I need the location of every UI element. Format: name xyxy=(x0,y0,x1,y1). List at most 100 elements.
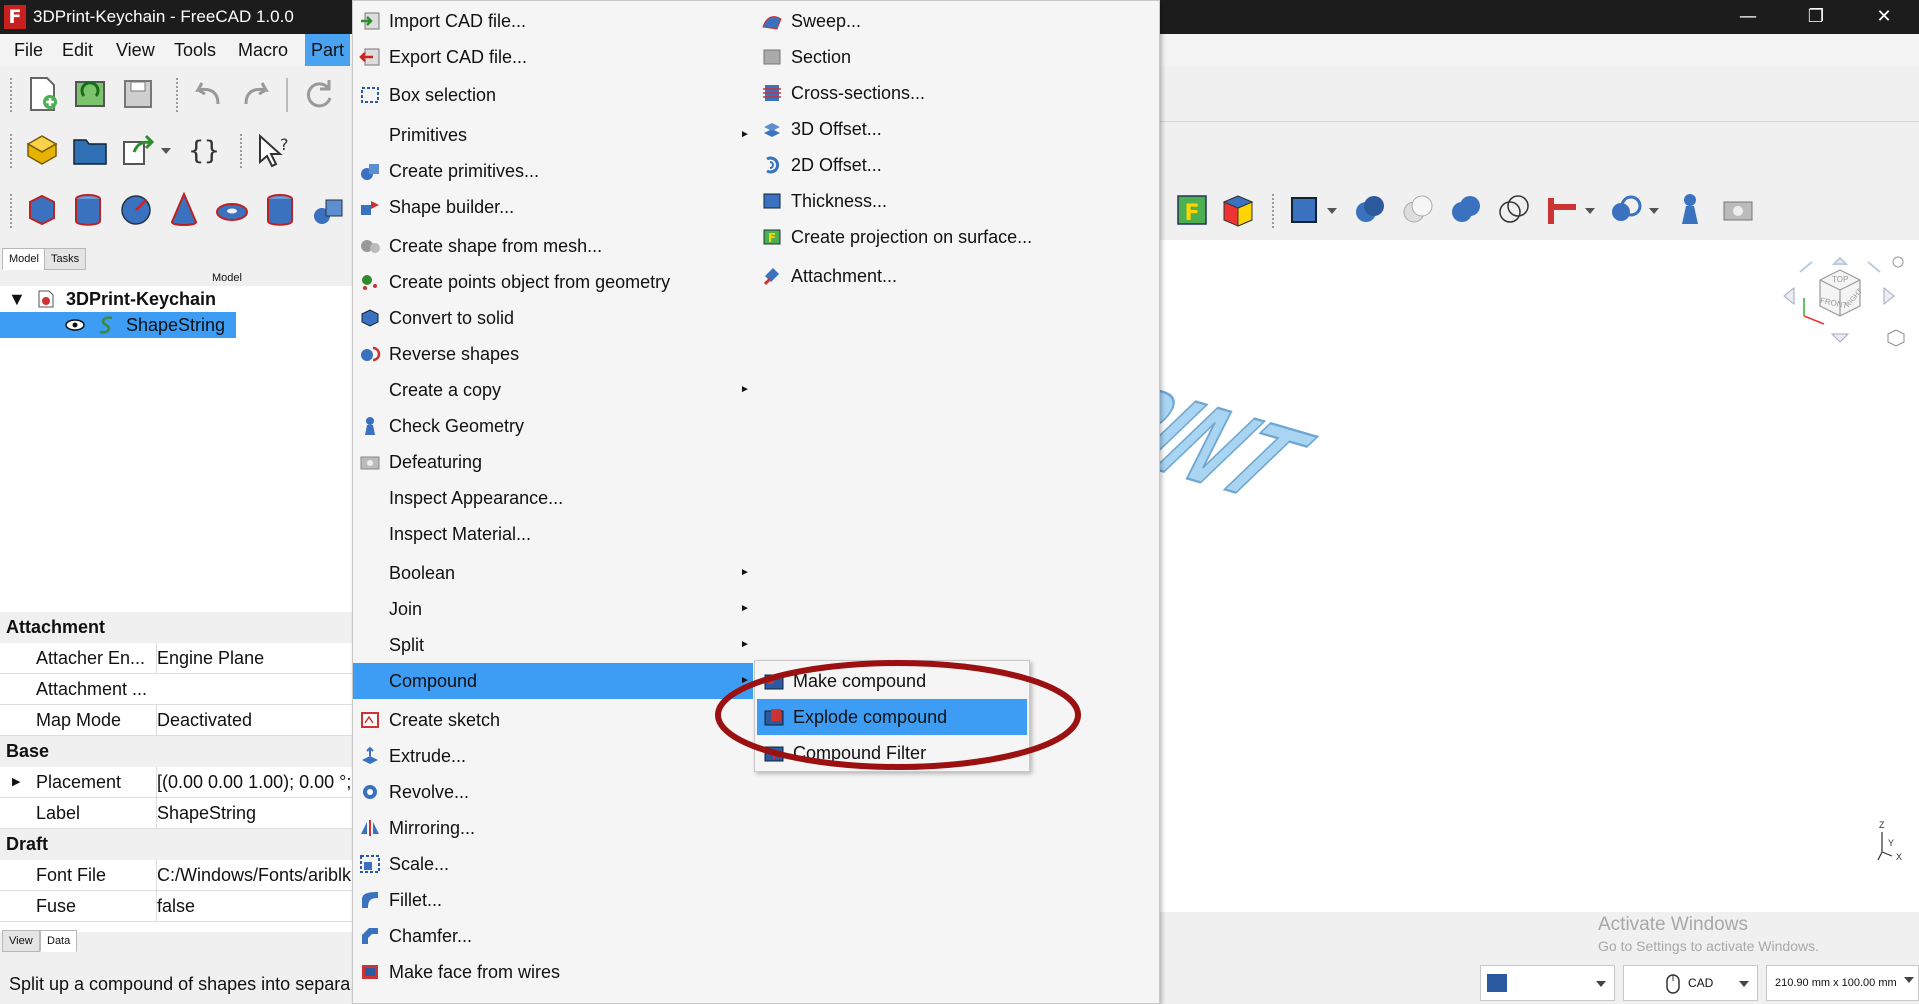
tab-view[interactable]: View xyxy=(2,930,40,952)
menu-item-import-cad[interactable]: Import CAD file... xyxy=(353,3,753,39)
defeaturing-icon[interactable] xyxy=(1718,190,1758,230)
menu-item-compound[interactable]: Compound ► xyxy=(353,663,753,699)
menu-item-shape-from-mesh[interactable]: Create shape from mesh... xyxy=(353,228,753,264)
prop-row-label[interactable]: Label ShapeString xyxy=(0,798,352,829)
menu-item-make-compound[interactable]: Make compound xyxy=(757,663,1027,699)
menu-item-fillet[interactable]: Fillet... xyxy=(353,882,753,918)
menu-item-revolve[interactable]: Revolve... xyxy=(353,774,753,810)
prop-value[interactable]: ShapeString xyxy=(156,798,352,829)
chevron-down-icon[interactable] xyxy=(1326,206,1338,216)
menu-item-points-object[interactable]: Create points object from geometry xyxy=(353,264,753,300)
menu-item-shape-builder[interactable]: Shape builder... xyxy=(353,189,753,225)
chevron-down-icon[interactable] xyxy=(160,146,172,156)
tube-icon[interactable] xyxy=(260,190,300,230)
prop-value[interactable]: [(0.00 0.00 1.00); 0.00 °; ( xyxy=(156,767,352,798)
common-icon[interactable] xyxy=(1494,190,1534,230)
menu-item-face-from-wires[interactable]: Make face from wires xyxy=(353,954,753,990)
menu-item-box-selection[interactable]: Box selection xyxy=(353,77,753,113)
menu-item-create-copy[interactable]: Create a copy ► xyxy=(353,372,753,408)
toolbar-grip[interactable] xyxy=(176,78,178,112)
prop-row-font-file[interactable]: Font File C:/Windows/Fonts/ariblk xyxy=(0,860,352,891)
menu-item-check-geometry[interactable]: Check Geometry xyxy=(353,408,753,444)
maximize-button[interactable]: ❐ xyxy=(1782,0,1850,34)
menu-item-join[interactable]: Join ► xyxy=(353,591,753,627)
toolbar-grip[interactable] xyxy=(10,78,12,112)
split-features-icon[interactable] xyxy=(1606,190,1646,230)
menu-file[interactable]: File xyxy=(8,34,49,66)
menu-item-extrude[interactable]: Extrude... xyxy=(353,738,753,774)
menu-item-primitives[interactable]: Primitives ► xyxy=(353,117,753,153)
check-geometry-icon[interactable] xyxy=(1670,190,1710,230)
new-document-icon[interactable] xyxy=(22,74,62,114)
menu-view[interactable]: View xyxy=(110,34,161,66)
toolbar-grip[interactable] xyxy=(10,194,12,228)
menu-item-create-primitives[interactable]: Create primitives... xyxy=(353,153,753,189)
prop-value[interactable]: false xyxy=(156,891,352,922)
tree-document-label[interactable]: 3DPrint-Keychain xyxy=(66,286,216,312)
menu-edit[interactable]: Edit xyxy=(56,34,99,66)
fuse-icon[interactable] xyxy=(1446,190,1486,230)
toolbar-grip[interactable] xyxy=(10,134,12,168)
cone-icon[interactable] xyxy=(164,190,204,230)
prop-row-attachment-support[interactable]: Attachment ... xyxy=(0,674,352,705)
menu-item-3d-offset[interactable]: 3D Offset... xyxy=(755,111,1159,147)
menu-item-reverse-shapes[interactable]: Reverse shapes xyxy=(353,336,753,372)
tab-tasks[interactable]: Tasks xyxy=(44,248,87,270)
menu-item-scale[interactable]: Scale... xyxy=(353,846,753,882)
chevron-down-icon[interactable] xyxy=(1648,206,1660,216)
menu-tools[interactable]: Tools xyxy=(168,34,222,66)
primitives-icon[interactable] xyxy=(308,190,348,230)
tree-item-shapestring[interactable]: ShapeString xyxy=(0,312,236,338)
menu-item-create-sketch[interactable]: Create sketch xyxy=(353,702,753,738)
boolean-icon[interactable] xyxy=(1350,190,1390,230)
view-box-icon[interactable] xyxy=(1284,190,1324,230)
prop-row-placement[interactable]: ▶ Placement [(0.00 0.00 1.00); 0.00 °; ( xyxy=(0,767,352,798)
menu-part[interactable]: Part xyxy=(305,34,351,66)
tab-data[interactable]: Data xyxy=(40,930,78,952)
menu-item-cross-sections[interactable]: Cross-sections... xyxy=(755,75,1159,111)
cut-icon[interactable] xyxy=(1398,190,1438,230)
3d-viewport[interactable]: 3DPRINT TOP FRONT RIGHT Z Y X xyxy=(1160,240,1919,912)
menu-item-2d-offset[interactable]: 2D Offset... xyxy=(755,147,1159,183)
link-icon[interactable] xyxy=(118,130,158,170)
refresh-icon[interactable] xyxy=(298,74,338,114)
menu-item-thickness[interactable]: Thickness... xyxy=(755,183,1159,219)
prop-row-map-mode[interactable]: Map Mode Deactivated xyxy=(0,705,352,736)
cylinder-icon[interactable] xyxy=(68,190,108,230)
visibility-eye-icon[interactable] xyxy=(64,318,86,332)
menu-item-export-cad[interactable]: Export CAD file... xyxy=(353,39,753,75)
expand-arrow-icon[interactable]: ▶ xyxy=(12,767,20,798)
dimension-display[interactable]: 210.90 mm x 100.00 mm xyxy=(1766,965,1919,1001)
menu-item-section[interactable]: Section xyxy=(755,39,1159,75)
prop-row-attacher-engine[interactable]: Attacher En... Engine Plane xyxy=(0,643,352,674)
undo-icon[interactable] xyxy=(188,74,228,114)
torus-icon[interactable] xyxy=(212,190,252,230)
menu-item-projection-surface[interactable]: F Create projection on surface... xyxy=(755,219,1159,255)
group-folder-icon[interactable] xyxy=(70,130,110,170)
menu-item-explode-compound[interactable]: Explode compound xyxy=(757,699,1027,735)
menu-item-split[interactable]: Split ► xyxy=(353,627,753,663)
sphere-icon[interactable] xyxy=(116,190,156,230)
menu-item-convert-to-solid[interactable]: Convert to solid xyxy=(353,300,753,336)
open-document-icon[interactable] xyxy=(70,74,110,114)
close-button[interactable]: ✕ xyxy=(1850,0,1918,34)
menu-item-boolean[interactable]: Boolean ► xyxy=(353,555,753,591)
menu-item-inspect-material[interactable]: Inspect Material... xyxy=(353,516,753,552)
tab-model[interactable]: Model xyxy=(2,248,46,270)
redo-icon[interactable] xyxy=(236,74,276,114)
menu-item-mirroring[interactable]: Mirroring... xyxy=(353,810,753,846)
navigation-style-selector[interactable]: CAD xyxy=(1623,965,1758,1001)
chevron-down-icon[interactable] xyxy=(1584,206,1596,216)
part-container-icon[interactable] xyxy=(22,130,62,170)
prop-value[interactable]: Deactivated xyxy=(156,705,352,736)
menu-item-attachment[interactable]: Attachment... xyxy=(755,258,1159,294)
menu-item-defeaturing[interactable]: Defeaturing xyxy=(353,444,753,480)
toolbar-grip[interactable] xyxy=(1272,194,1274,228)
toolbar-grip[interactable] xyxy=(240,134,242,168)
tree-expand-arrow[interactable]: ▼ xyxy=(8,286,26,312)
color-cube-icon[interactable] xyxy=(1218,190,1258,230)
menu-item-compound-filter[interactable]: Compound Filter xyxy=(757,735,1027,771)
expression-braces-icon[interactable]: {} xyxy=(184,130,224,170)
menu-item-inspect-appearance[interactable]: Inspect Appearance... xyxy=(353,480,753,516)
menu-item-sweep[interactable]: Sweep... xyxy=(755,3,1159,39)
